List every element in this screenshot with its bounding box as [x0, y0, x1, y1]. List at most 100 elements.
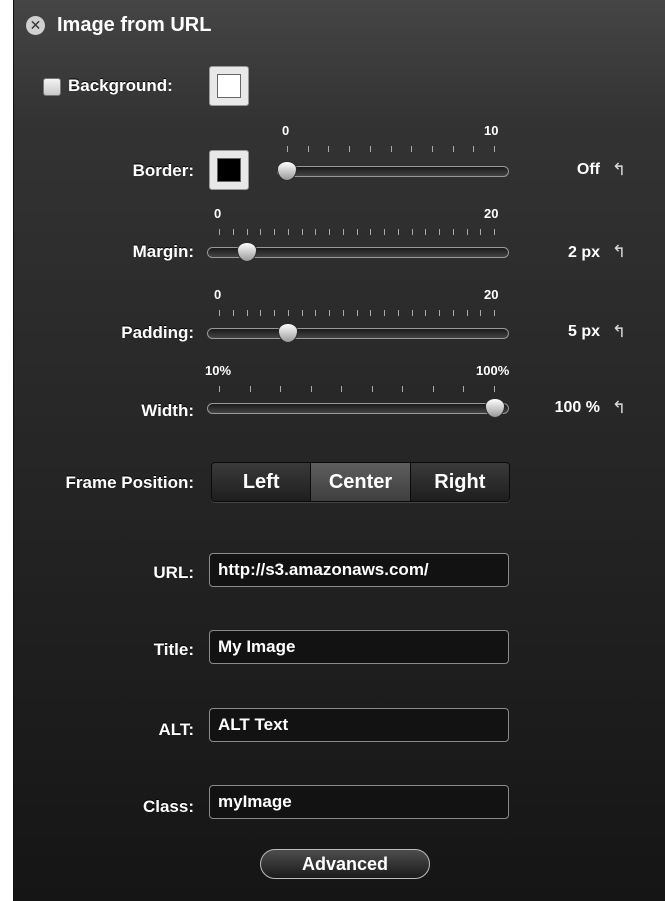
slider-tick [412, 310, 413, 316]
slider-tick [357, 310, 358, 316]
slider-tick [288, 310, 289, 316]
panel-title: Image from URL [57, 14, 212, 36]
margin-min-label: 0 [214, 206, 222, 221]
background-checkbox[interactable] [43, 78, 61, 96]
slider-tick [302, 229, 303, 235]
margin-max-label: 20 [484, 206, 499, 221]
reset-arrow-icon[interactable]: ↰ [612, 322, 626, 342]
slider-tick [349, 146, 350, 152]
advanced-button[interactable]: Advanced [260, 849, 430, 879]
slider-tick [370, 310, 371, 316]
margin-ticks [219, 229, 495, 235]
padding-ticks [219, 310, 495, 316]
slider-tick [219, 386, 220, 392]
border-color-swatch [217, 158, 241, 182]
url-label: URL: [153, 563, 194, 582]
slider-tick [302, 310, 303, 316]
slider-tick [473, 146, 474, 152]
inspector-panel: ✕ Image from URL Background: 0 10 Border… [13, 0, 665, 901]
slider-tick [274, 229, 275, 235]
slider-tick [357, 229, 358, 235]
width-value: 100 % [554, 399, 600, 416]
slider-tick [233, 310, 234, 316]
width-slider-thumb[interactable] [485, 398, 505, 418]
slider-tick [315, 310, 316, 316]
title-bar: ✕ Image from URL [14, 0, 665, 52]
padding-slider-thumb[interactable] [278, 323, 298, 343]
frame-position-right[interactable]: Right [409, 463, 509, 501]
slider-tick [280, 386, 281, 392]
class-field[interactable]: myImage [209, 785, 509, 819]
slider-tick [494, 146, 495, 152]
slider-tick [247, 229, 248, 235]
close-icon[interactable]: ✕ [26, 16, 45, 35]
width-label: Width: [141, 401, 194, 420]
margin-label: Margin: [132, 242, 194, 261]
slider-tick [329, 229, 330, 235]
background-color-well[interactable] [209, 66, 249, 106]
reset-arrow-icon[interactable]: ↰ [612, 160, 626, 180]
slider-tick [467, 229, 468, 235]
margin-slider-thumb[interactable] [237, 242, 257, 262]
slider-tick [439, 310, 440, 316]
padding-value: 5 px [567, 323, 600, 340]
padding-min-label: 0 [214, 287, 222, 302]
slider-tick [398, 229, 399, 235]
width-min-label: 10% [205, 363, 232, 378]
class-label: Class: [142, 797, 194, 816]
slider-tick [453, 310, 454, 316]
slider-tick [453, 229, 454, 235]
slider-tick [467, 310, 468, 316]
border-color-well[interactable] [209, 150, 249, 190]
slider-tick [398, 310, 399, 316]
border-max-label: 10 [484, 123, 499, 138]
border-slider[interactable] [277, 166, 509, 177]
slider-tick [219, 229, 220, 235]
slider-tick [425, 229, 426, 235]
reset-arrow-icon[interactable]: ↰ [612, 398, 626, 418]
slider-tick [287, 146, 288, 152]
margin-value: 2 px [567, 244, 600, 261]
slider-tick [219, 310, 220, 316]
slider-tick [463, 386, 464, 392]
slider-tick [260, 310, 261, 316]
title-field[interactable]: My Image [209, 630, 509, 664]
frame-position-label: Frame Position: [65, 473, 194, 492]
slider-tick [494, 229, 495, 235]
slider-tick [412, 229, 413, 235]
slider-tick [308, 146, 309, 152]
slider-tick [328, 146, 329, 152]
slider-tick [315, 229, 316, 235]
slider-tick [453, 146, 454, 152]
frame-position-left[interactable]: Left [212, 463, 311, 501]
alt-label: ALT: [158, 720, 194, 739]
slider-tick [480, 310, 481, 316]
width-slider[interactable] [207, 403, 509, 414]
slider-tick [384, 310, 385, 316]
border-slider-thumb[interactable] [277, 161, 297, 181]
padding-max-label: 20 [484, 287, 499, 302]
slider-tick [247, 310, 248, 316]
slider-tick [343, 310, 344, 316]
alt-field[interactable]: ALT Text [209, 708, 509, 742]
url-field[interactable]: http://s3.amazonaws.com/ [209, 553, 509, 587]
slider-tick [480, 229, 481, 235]
background-label: Background: [68, 76, 173, 95]
frame-position-center[interactable]: Center [310, 463, 410, 501]
slider-tick [370, 229, 371, 235]
slider-tick [343, 229, 344, 235]
slider-tick [384, 229, 385, 235]
reset-arrow-icon[interactable]: ↰ [612, 242, 626, 262]
slider-tick [341, 386, 342, 392]
frame-position-segmented-control: Left Center Right [211, 462, 510, 502]
slider-tick [432, 146, 433, 152]
slider-tick [433, 386, 434, 392]
border-label: Border: [132, 161, 194, 180]
padding-slider[interactable] [207, 328, 509, 339]
border-ticks [287, 146, 495, 152]
slider-tick [494, 386, 495, 392]
border-value: Off [576, 161, 600, 178]
slider-tick [391, 146, 392, 152]
slider-tick [233, 229, 234, 235]
slider-tick [372, 386, 373, 392]
